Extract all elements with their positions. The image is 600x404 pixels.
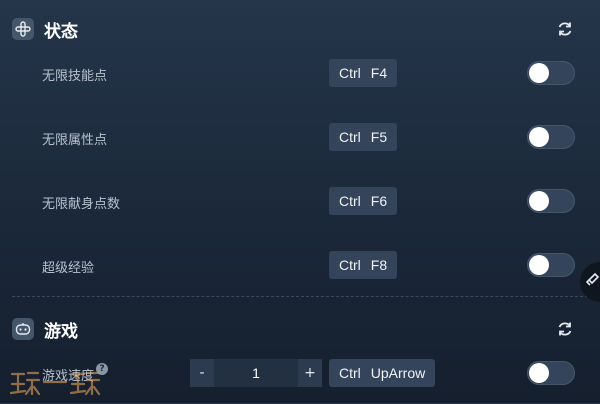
toggle-knob [529,255,549,275]
speed-stepper: - 1 + [190,359,322,387]
hotkey-button[interactable]: Ctrl F8 [329,251,398,279]
hotkey-button[interactable]: Ctrl UpArrow [329,359,436,387]
section-header-game: 游戏 [12,315,588,343]
decrement-button[interactable]: - [190,359,214,387]
toggle-switch[interactable] [527,253,575,277]
toggle-switch[interactable] [527,61,575,85]
hotkey-key: F8 [370,257,388,273]
watermark-logo [8,366,104,400]
speed-value[interactable]: 1 [214,359,298,387]
hotkey-button[interactable]: Ctrl F6 [329,187,398,215]
plus-cross-icon [12,18,34,40]
refresh-icon[interactable] [556,320,574,338]
hotkey-modifier: Ctrl [339,129,361,145]
toggle-switch[interactable] [527,125,575,149]
hotkey-button[interactable]: Ctrl F5 [329,123,398,151]
hotkey-button[interactable]: Ctrl F4 [329,59,398,87]
refresh-icon[interactable] [556,20,574,38]
option-row: 无限献身点数 Ctrl F6 [0,185,600,217]
option-label: 无限技能点 [42,69,108,84]
toggle-knob [529,63,549,83]
toggle-knob [529,127,549,147]
hotkey-modifier: Ctrl [339,365,361,381]
option-label: 无限属性点 [42,133,108,148]
option-label: 超级经验 [42,261,95,276]
option-row: 无限属性点 Ctrl F5 [0,121,600,153]
gamepad-icon [12,318,34,340]
hotkey-key: F4 [370,65,388,81]
toggle-switch[interactable] [527,189,575,213]
link-icon [585,271,600,293]
option-label: 无限献身点数 [42,197,121,212]
hotkey-key: UpArrow [370,365,426,381]
section-title: 游戏 [44,321,78,342]
option-row: 超级经验 Ctrl F8 [0,249,600,281]
toggle-knob [529,363,549,383]
hotkey-key: F6 [370,193,388,209]
increment-button[interactable]: + [298,359,322,387]
hotkey-modifier: Ctrl [339,257,361,273]
hotkey-modifier: Ctrl [339,193,361,209]
hotkey-modifier: Ctrl [339,65,361,81]
toggle-switch[interactable] [527,361,575,385]
option-row: 无限技能点 Ctrl F4 [0,57,600,89]
hotkey-key: F5 [370,129,388,145]
section-title: 状态 [44,21,78,42]
toggle-knob [529,191,549,211]
section-header-status: 状态 [12,15,588,43]
section-divider [12,296,588,297]
